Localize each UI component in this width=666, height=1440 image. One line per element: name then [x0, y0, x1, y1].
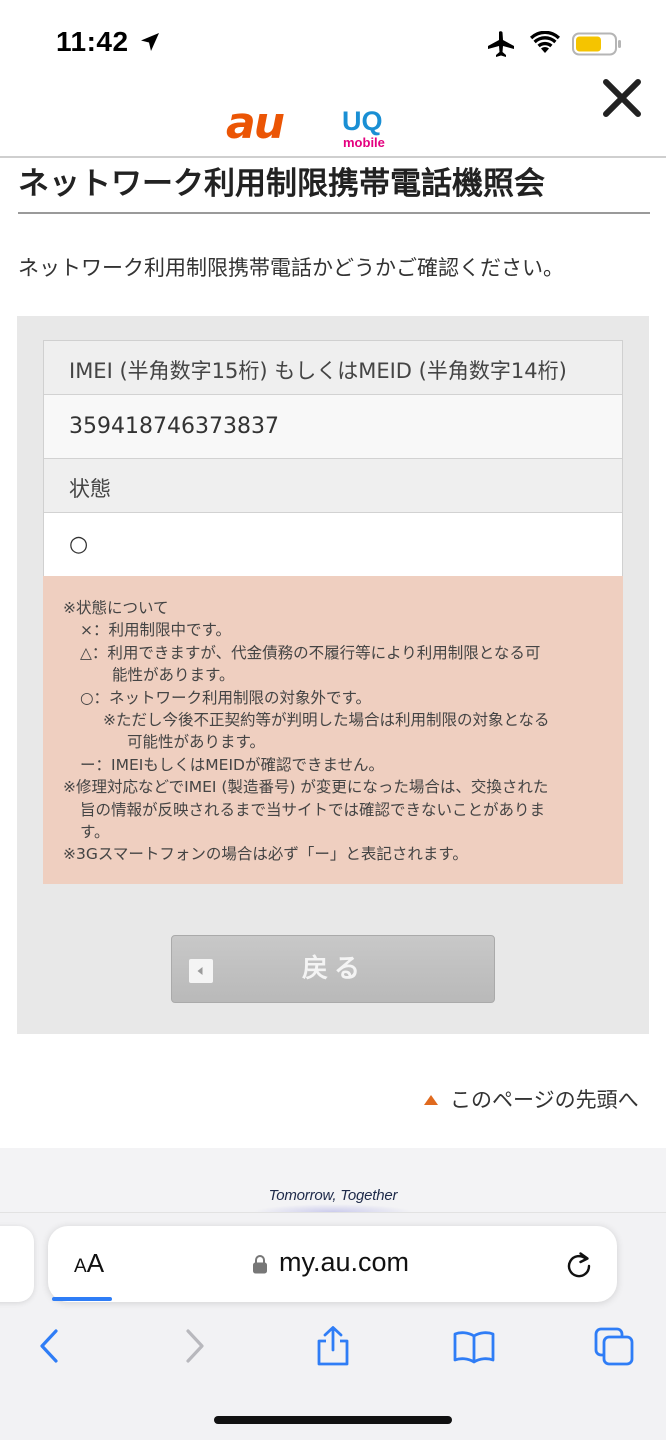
previous-tab-peek[interactable] — [0, 1226, 34, 1302]
reload-icon[interactable] — [564, 1250, 594, 1280]
status-label: 状態 — [44, 459, 622, 513]
share-icon[interactable] — [311, 1324, 355, 1368]
address-bar[interactable]: AA my.au.com — [48, 1226, 617, 1302]
status-time: 11:42 — [56, 26, 129, 57]
note-line: ※ただし今後不正契約等が判明した場合は利用制限の対象となる — [103, 711, 550, 730]
back-nav-icon[interactable] — [28, 1324, 72, 1368]
header-divider — [0, 156, 666, 158]
page-top-link-label: このページの先頭へ — [450, 1088, 639, 1112]
uq-logo-text: UQ — [342, 106, 383, 136]
result-panel: IMEI (半角数字15桁) もしくはMEID (半角数字14桁) 359418… — [17, 316, 649, 1034]
note-line: 旨の情報が反映されるまで当サイトでは確認できないことがありま — [80, 800, 546, 819]
note-line: 可能性があります。 — [127, 733, 265, 752]
uq-mobile-logo: UQ mobile — [338, 104, 394, 150]
tabs-icon[interactable] — [592, 1324, 636, 1368]
intro-text: ネットワーク利用制限携帯電話かどうかご確認ください。 — [18, 256, 564, 280]
page-top-link[interactable]: このページの先頭へ — [424, 1084, 639, 1114]
lock-icon — [253, 1255, 267, 1274]
airplane-mode-icon — [488, 31, 514, 57]
url-text: my.au.com — [279, 1247, 410, 1277]
footer-tagline: Tomorrow, Together — [268, 1187, 398, 1204]
imei-value: 359418746373837 — [44, 395, 622, 459]
bookmarks-icon[interactable] — [452, 1324, 496, 1368]
status-bar: 11:42 — [0, 0, 666, 80]
page-title: ネットワーク利用制限携帯電話機照会 — [18, 164, 650, 214]
note-line: ※修理対応などでIMEI (製造番号) が変更になった場合は、交換された — [63, 778, 549, 797]
battery-icon — [572, 32, 621, 56]
uq-logo-subtext: mobile — [343, 135, 385, 150]
page-load-progress — [52, 1297, 112, 1301]
location-arrow-icon — [141, 33, 159, 51]
note-line: ○：ネットワーク利用制限の対象外です。 — [80, 688, 371, 707]
note-line: 能性があります。 — [112, 666, 235, 685]
back-button[interactable]: 戻る — [171, 935, 495, 1003]
status-notes: ※状態について ×：利用制限中です。 △：利用できますが、代金債務の不履行等によ… — [43, 576, 623, 884]
status-value: ○ — [44, 513, 622, 577]
imei-label: IMEI (半角数字15桁) もしくはMEID (半角数字14桁) — [44, 341, 622, 395]
note-line: △：利用できますが、代金債務の不履行等により利用制限となる可 — [80, 643, 541, 662]
note-line: ー：IMEIもしくはMEIDが確認できません。 — [80, 755, 385, 774]
triangle-up-icon — [424, 1095, 438, 1105]
close-button[interactable] — [600, 76, 644, 120]
note-line: ※3Gスマートフォンの場合は必ず「ー」と表記されます。 — [63, 845, 468, 864]
note-line: ×：利用制限中です。 — [80, 621, 231, 640]
notes-heading: ※状態について — [63, 599, 169, 617]
au-logo: au — [226, 98, 308, 149]
au-logo-text: au — [226, 100, 284, 146]
forward-nav-icon[interactable] — [172, 1324, 216, 1368]
note-line: す。 — [80, 823, 110, 842]
home-indicator — [214, 1416, 452, 1424]
wifi-icon — [530, 31, 560, 53]
reader-options-button[interactable]: AA — [74, 1248, 104, 1279]
back-button-label: 戻る — [301, 954, 366, 984]
result-table: IMEI (半角数字15桁) もしくはMEID (半角数字14桁) 359418… — [43, 340, 623, 578]
